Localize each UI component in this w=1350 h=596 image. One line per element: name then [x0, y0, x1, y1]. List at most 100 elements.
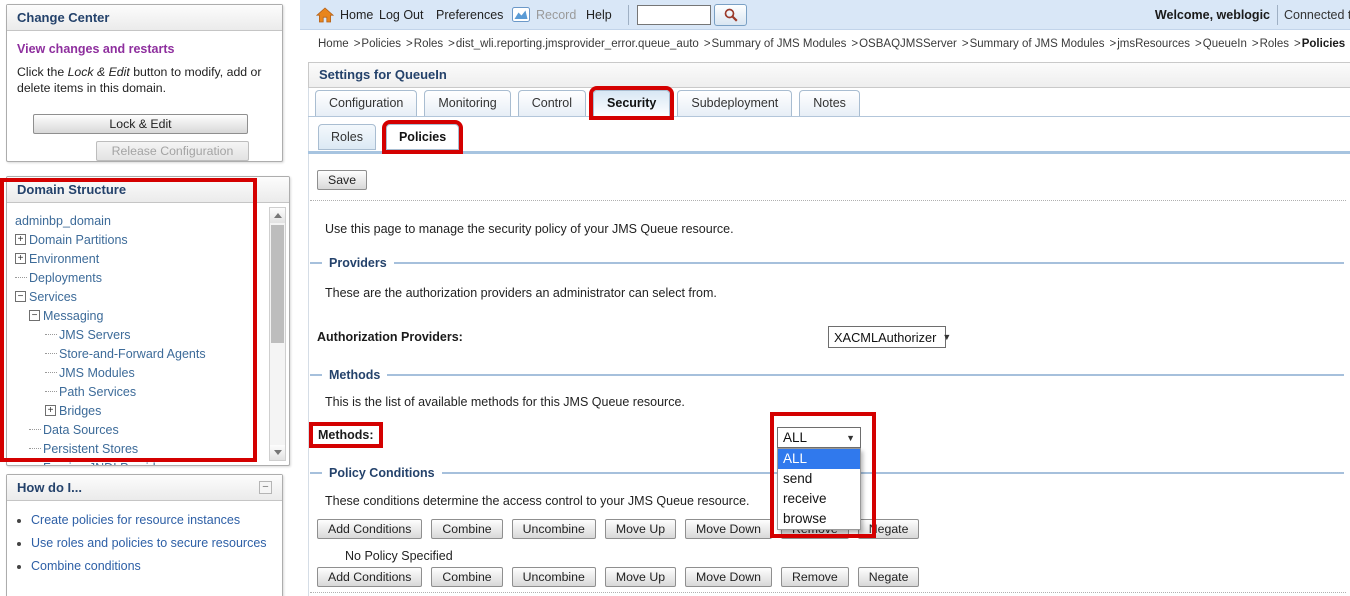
collapse-icon[interactable]: − [15, 291, 26, 302]
subtab-policies[interactable]: Policies [386, 124, 459, 150]
move-up-button[interactable]: Move Up [605, 519, 676, 539]
breadcrumb-item[interactable]: OSBAQJMSServer [859, 38, 957, 50]
remove-button[interactable]: Remove [781, 567, 849, 587]
tree-item-jms-servers[interactable]: JMS Servers [45, 325, 287, 344]
home-link[interactable]: Home [340, 8, 373, 22]
tree-label[interactable]: Deployments [29, 271, 102, 285]
scrollbar-thumb[interactable] [271, 225, 284, 343]
link-combine-conditions[interactable]: Combine conditions [31, 559, 141, 573]
link-create-policies[interactable]: Create policies for resource instances [31, 513, 240, 527]
tree-label[interactable]: Messaging [43, 309, 103, 323]
lock-edit-button[interactable]: Lock & Edit [33, 114, 248, 134]
welcome-text: Welcome, weblogic [1150, 8, 1270, 22]
breadcrumb-item[interactable]: dist_wli.reporting.jmsprovider_error.que… [456, 38, 699, 50]
tab-subdeployment[interactable]: Subdeployment [677, 90, 792, 116]
list-item: Use roles and policies to secure resourc… [31, 536, 282, 550]
tree-item-store-and-forward-agents[interactable]: Store-and-Forward Agents [45, 344, 287, 363]
collapse-panel-icon[interactable]: − [259, 481, 272, 494]
tree-label[interactable]: Domain Partitions [29, 233, 128, 247]
expand-icon[interactable]: + [15, 253, 26, 264]
save-button[interactable]: Save [317, 170, 367, 190]
tree-item-deployments[interactable]: Deployments [15, 268, 287, 287]
tree-connector [45, 372, 57, 373]
domain-tree: adminbp_domain +Domain Partitions +Envir… [7, 203, 289, 466]
tree-label[interactable]: adminbp_domain [15, 214, 111, 228]
combine-button[interactable]: Combine [431, 519, 502, 539]
help-link[interactable]: Help [586, 8, 612, 22]
tab-notes[interactable]: Notes [799, 90, 860, 116]
option-browse[interactable]: browse [778, 509, 860, 529]
tab-control[interactable]: Control [518, 90, 586, 116]
uncombine-button[interactable]: Uncombine [512, 519, 596, 539]
breadcrumb-item[interactable]: Roles [414, 38, 443, 50]
view-changes-link[interactable]: View changes and restarts [17, 42, 272, 56]
breadcrumb-item[interactable]: Summary of JMS Modules [970, 38, 1105, 50]
tree-item-domain-partitions[interactable]: +Domain Partitions [15, 230, 287, 249]
tree-label[interactable]: Persistent Stores [43, 442, 138, 456]
tree-label[interactable]: Environment [29, 252, 99, 266]
add-conditions-button[interactable]: Add Conditions [317, 519, 422, 539]
tree-label[interactable]: JMS Servers [59, 328, 131, 342]
preferences-link[interactable]: Preferences [436, 8, 503, 22]
breadcrumb-item[interactable]: Roles [1260, 38, 1289, 50]
breadcrumb-item[interactable]: Summary of JMS Modules [712, 38, 847, 50]
tree-item-data-sources[interactable]: Data Sources [29, 420, 287, 439]
methods-description: This is the list of available methods fo… [325, 395, 685, 409]
home-icon[interactable] [316, 7, 334, 26]
tree-label[interactable]: Store-and-Forward Agents [59, 347, 206, 361]
tree-label[interactable]: Services [29, 290, 77, 304]
tree-label[interactable]: Data Sources [43, 423, 119, 437]
tree-label[interactable]: JMS Modules [59, 366, 135, 380]
option-all[interactable]: ALL [778, 449, 860, 469]
tab-configuration[interactable]: Configuration [315, 90, 417, 116]
scroll-down-icon[interactable] [270, 445, 285, 460]
tree-item-messaging[interactable]: −Messaging [29, 306, 287, 325]
link-use-roles-policies[interactable]: Use roles and policies to secure resourc… [31, 536, 267, 550]
option-send[interactable]: send [778, 469, 860, 489]
breadcrumb-item[interactable]: QueueIn [1203, 38, 1247, 50]
option-receive[interactable]: receive [778, 489, 860, 509]
tree-item-services[interactable]: −Services [15, 287, 287, 306]
move-down-button[interactable]: Move Down [685, 567, 772, 587]
methods-select[interactable]: ALL ▼ [777, 427, 861, 448]
subtab-roles[interactable]: Roles [318, 124, 376, 150]
tree-label[interactable]: Path Services [59, 385, 136, 399]
search-button[interactable] [714, 4, 747, 26]
tree-item-bridges[interactable]: +Bridges [45, 401, 287, 420]
search-input[interactable] [637, 5, 711, 25]
collapse-icon[interactable]: − [29, 310, 40, 321]
list-item: Combine conditions [31, 559, 282, 573]
tree-item-foreign-jndi-providers[interactable]: Foreign JNDI Providers [29, 458, 287, 466]
tab-monitoring[interactable]: Monitoring [424, 90, 510, 116]
tree-item-environment[interactable]: +Environment [15, 249, 287, 268]
tree-item-jms-modules[interactable]: JMS Modules [45, 363, 287, 382]
no-policy-message: No Policy Specified [345, 549, 453, 563]
tree-item-path-services[interactable]: Path Services [45, 382, 287, 401]
release-configuration-button: Release Configuration [96, 141, 249, 161]
expand-icon[interactable]: + [15, 234, 26, 245]
authorization-providers-select[interactable]: XACMLAuthorizer ▼ [828, 326, 946, 348]
search-icon [723, 7, 739, 23]
combine-button[interactable]: Combine [431, 567, 502, 587]
add-conditions-button[interactable]: Add Conditions [317, 567, 422, 587]
tree-item-persistent-stores[interactable]: Persistent Stores [29, 439, 287, 458]
domain-structure-title-text: Domain Structure [17, 177, 126, 202]
scroll-up-icon[interactable] [270, 208, 285, 223]
security-subtabs: Roles Policies [318, 124, 459, 150]
uncombine-button[interactable]: Uncombine [512, 567, 596, 587]
tree-label[interactable]: Bridges [59, 404, 101, 418]
breadcrumb-separator: > [406, 38, 413, 50]
negate-button[interactable]: Negate [858, 567, 920, 587]
negate-button[interactable]: Negate [858, 519, 920, 539]
logout-link[interactable]: Log Out [379, 8, 423, 22]
tab-security[interactable]: Security [593, 90, 670, 116]
tree-item-adminbp-domain[interactable]: adminbp_domain [15, 211, 287, 230]
move-up-button[interactable]: Move Up [605, 567, 676, 587]
breadcrumb-item[interactable]: Home [318, 38, 349, 50]
expand-icon[interactable]: + [45, 405, 56, 416]
tree-label[interactable]: Foreign JNDI Providers [43, 461, 173, 467]
breadcrumb-item[interactable]: Policies [361, 38, 401, 50]
move-down-button[interactable]: Move Down [685, 519, 772, 539]
tree-scrollbar[interactable] [269, 207, 286, 461]
breadcrumb-item[interactable]: jmsResources [1117, 38, 1190, 50]
